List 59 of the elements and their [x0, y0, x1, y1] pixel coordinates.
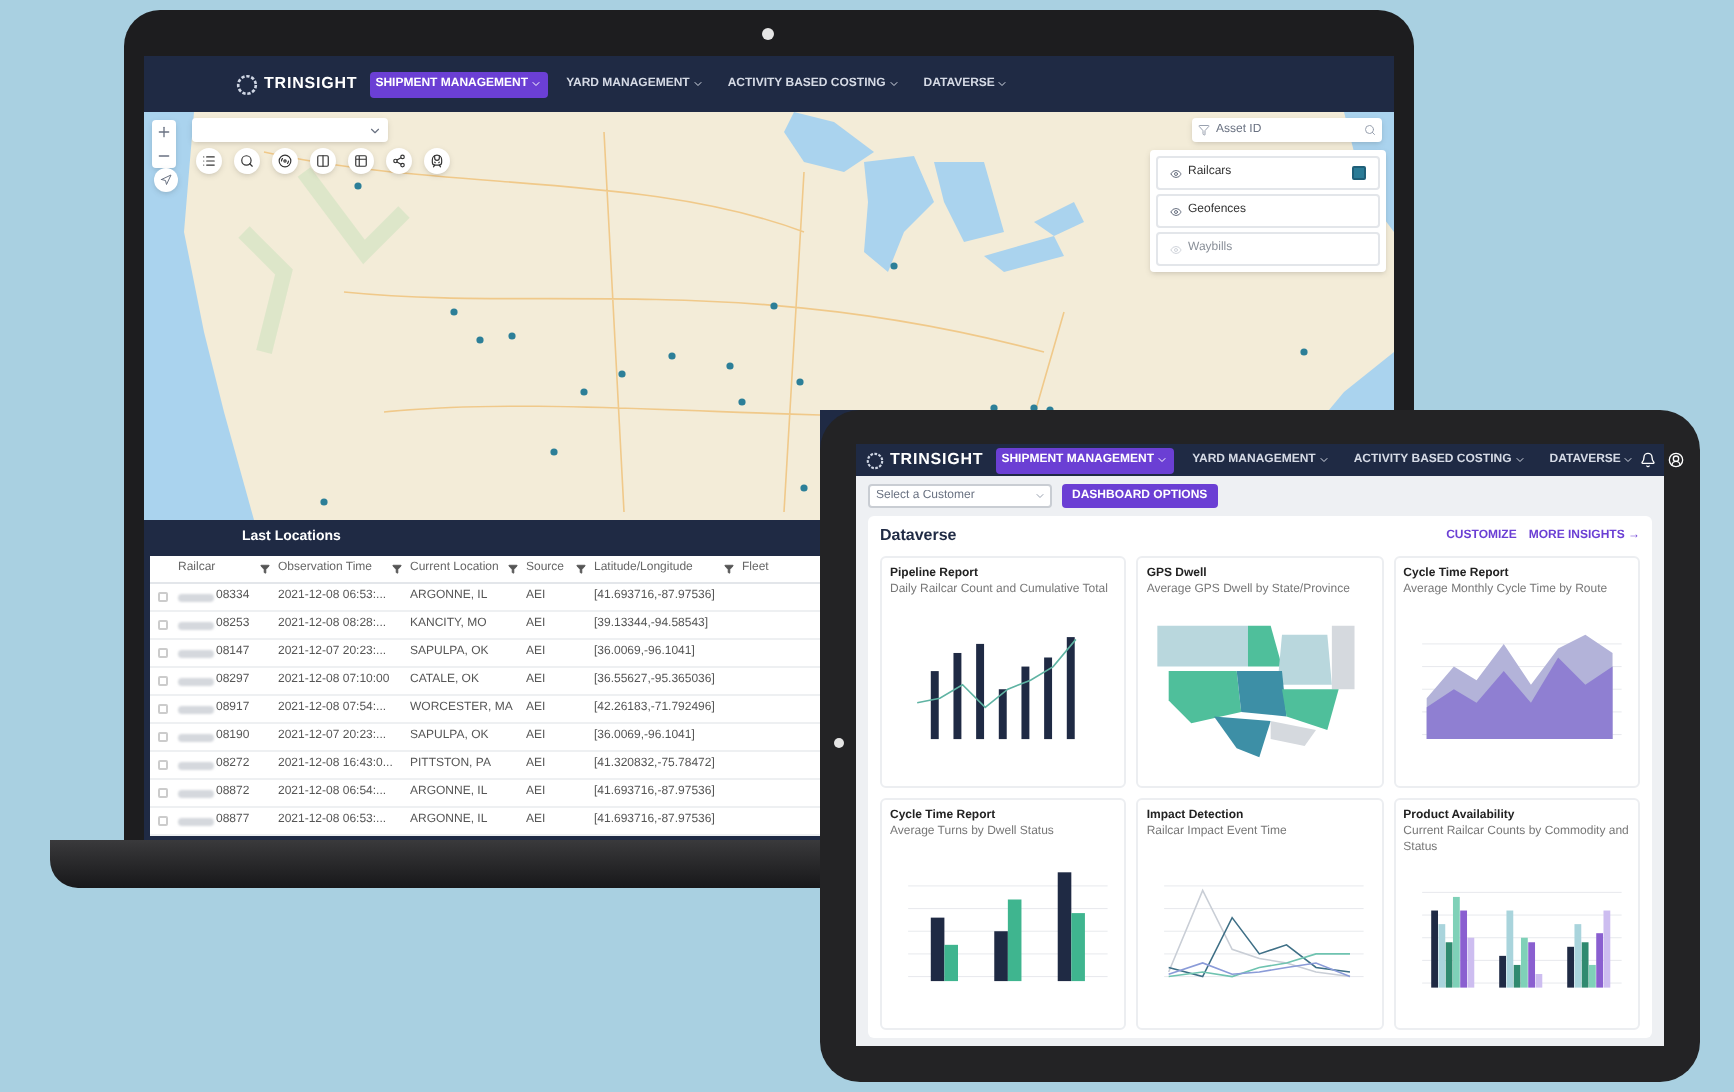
caret-icon	[1156, 454, 1169, 466]
bell-icon[interactable]	[1640, 452, 1657, 468]
zoom-in-icon	[156, 124, 172, 140]
filter-icon[interactable]	[260, 564, 270, 574]
disc-icon	[278, 154, 292, 168]
filter-icon[interactable]	[576, 564, 586, 574]
row-checkbox[interactable]	[157, 620, 167, 630]
logo-text: TRINSIGHT	[890, 448, 984, 472]
blurred-id	[178, 621, 214, 629]
row-checkbox[interactable]	[157, 788, 167, 798]
caret-icon	[1317, 454, 1330, 466]
camera-icon	[762, 28, 774, 40]
camera-icon	[834, 738, 844, 748]
blurred-id	[178, 677, 214, 685]
caret-icon	[887, 78, 900, 90]
list-icon	[202, 154, 216, 168]
search-icon	[1364, 124, 1376, 136]
chevron-down-icon	[368, 123, 382, 137]
blurred-id	[178, 705, 214, 713]
filter-icon[interactable]	[508, 564, 518, 574]
row-checkbox[interactable]	[157, 732, 167, 742]
eye-icon	[1170, 243, 1182, 255]
blurred-id	[178, 649, 214, 657]
search-icon	[240, 154, 254, 168]
row-checkbox[interactable]	[157, 760, 167, 770]
blurred-id	[178, 789, 214, 797]
eye-icon	[1170, 205, 1182, 217]
table-icon	[354, 154, 368, 168]
blurred-id	[178, 761, 214, 769]
caret-icon	[691, 78, 704, 90]
row-checkbox[interactable]	[157, 648, 167, 658]
logo-icon	[866, 451, 884, 469]
filter-icon	[1198, 124, 1210, 136]
location-arrow-icon	[160, 174, 172, 186]
columns-icon	[316, 154, 330, 168]
train-icon	[430, 154, 444, 168]
blurred-id	[178, 593, 214, 601]
row-checkbox[interactable]	[157, 676, 167, 686]
caret-icon	[1622, 454, 1635, 466]
dropdown-field[interactable]	[192, 118, 388, 142]
caret-icon	[1513, 454, 1526, 466]
blurred-id	[178, 817, 214, 825]
section-title: Dataverse	[880, 524, 957, 548]
share-icon	[392, 154, 406, 168]
logo-text: TRINSIGHT	[264, 72, 358, 96]
checkbox[interactable]	[1352, 166, 1366, 180]
blurred-id	[178, 733, 214, 741]
zoom-control[interactable]	[152, 120, 176, 168]
row-checkbox[interactable]	[157, 592, 167, 602]
row-checkbox[interactable]	[157, 704, 167, 714]
caret-icon	[996, 78, 1009, 90]
eye-icon	[1170, 167, 1182, 179]
row-checkbox[interactable]	[157, 816, 167, 826]
user-icon[interactable]	[1668, 452, 1685, 468]
caret-icon	[530, 78, 543, 90]
logo-icon	[236, 73, 258, 95]
filter-icon[interactable]	[392, 564, 402, 574]
filter-icon[interactable]	[724, 564, 734, 574]
chevron-down-icon	[1034, 490, 1046, 502]
